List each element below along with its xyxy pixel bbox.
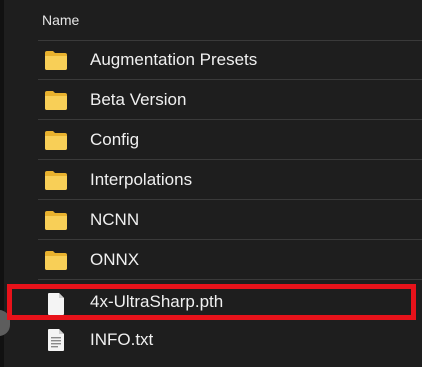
file-name: 4x-UltraSharp.pth	[90, 292, 224, 311]
file-row-4x-ultrasharp[interactable]: 4x-UltraSharp.pth	[7, 284, 416, 320]
folder-icon	[45, 251, 67, 270]
file-browser-window: Name Augmentation Presets Beta Version C…	[0, 0, 422, 367]
file-name: NCNN	[90, 210, 140, 229]
file-row-onnx[interactable]: ONNX	[38, 240, 422, 280]
folder-icon	[45, 211, 67, 230]
file-name: Config	[90, 130, 140, 149]
name-column-header[interactable]: Name	[42, 12, 79, 28]
folder-icon	[45, 91, 67, 110]
folder-icon	[45, 51, 67, 70]
file-name: Augmentation Presets	[90, 50, 258, 69]
document-icon	[48, 293, 64, 315]
text-document-icon	[48, 329, 64, 351]
file-name: Interpolations	[90, 170, 193, 189]
file-name: INFO.txt	[90, 330, 154, 349]
column-header-bar: Name	[38, 0, 422, 41]
file-row-info-txt[interactable]: INFO.txt	[38, 320, 422, 360]
file-row-ncnn[interactable]: NCNN	[38, 200, 422, 240]
file-row-config[interactable]: Config	[38, 120, 422, 160]
file-row-beta-version[interactable]: Beta Version	[38, 80, 422, 120]
file-row-augmentation-presets[interactable]: Augmentation Presets	[38, 40, 422, 80]
file-row-interpolations[interactable]: Interpolations	[38, 160, 422, 200]
file-name: ONNX	[90, 250, 140, 269]
folder-icon	[45, 171, 67, 190]
file-name: Beta Version	[90, 90, 187, 109]
folder-icon	[45, 131, 67, 150]
